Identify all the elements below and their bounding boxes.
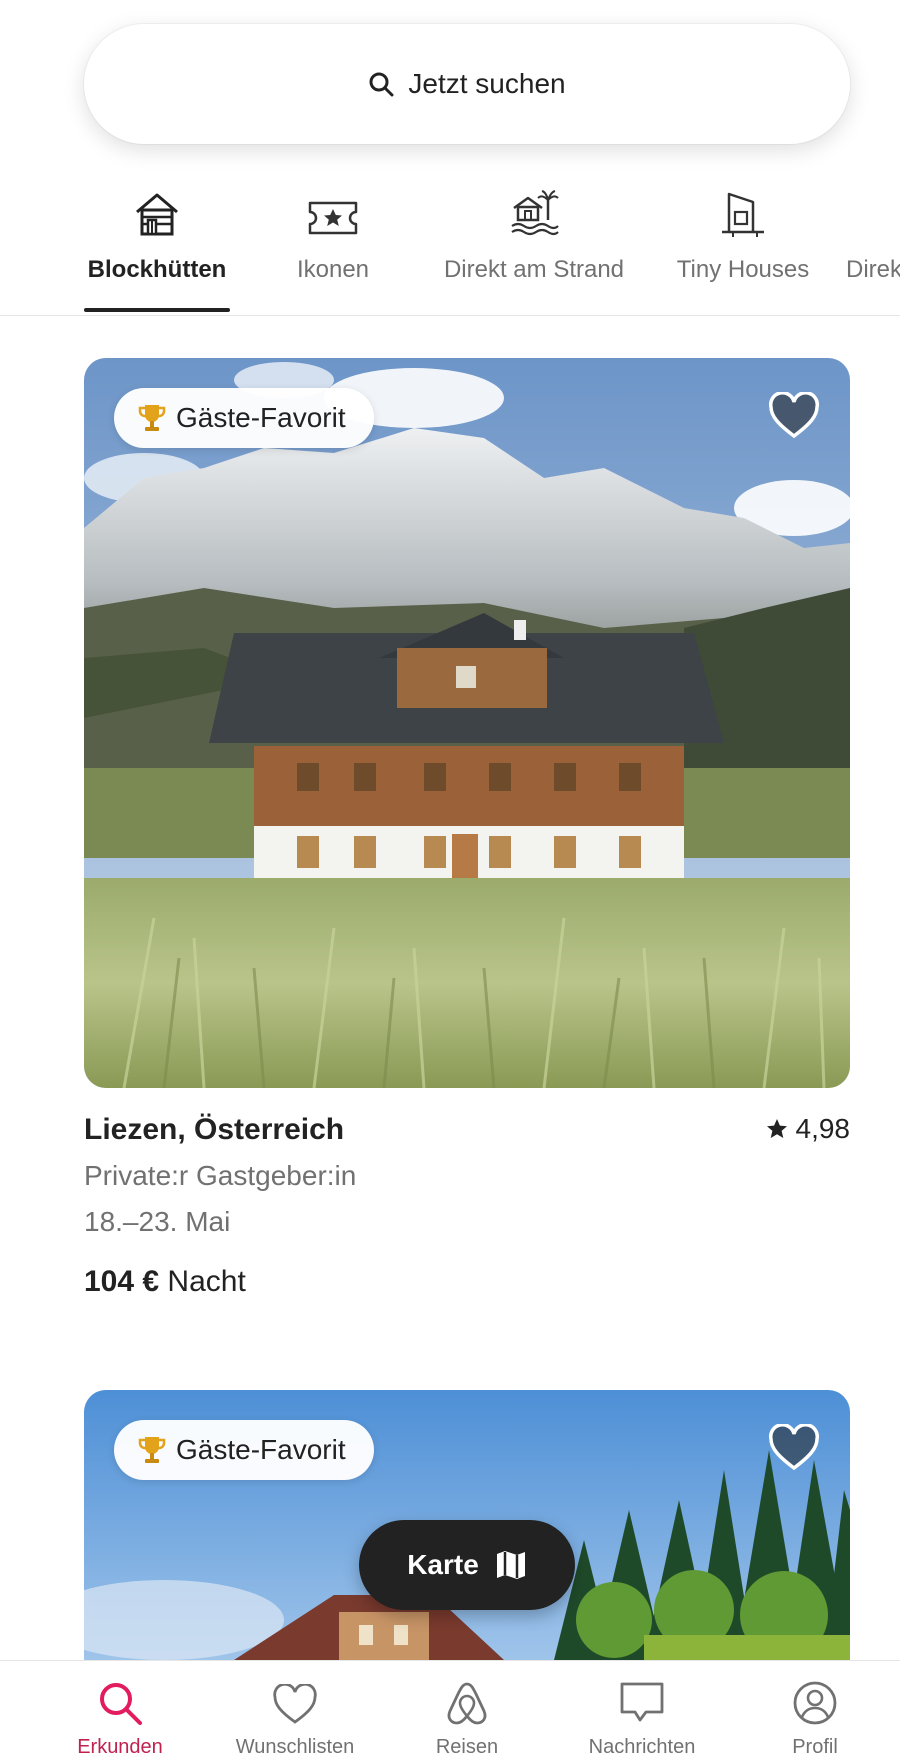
search-icon <box>97 1675 143 1726</box>
tab-ikonen[interactable]: Ikonen <box>283 178 383 315</box>
tab-label: Ikonen <box>296 256 370 283</box>
tab-label: Blockhütten <box>87 256 227 283</box>
tab-label: Tiny Houses <box>676 256 810 283</box>
badge-label: Gäste-Favorit <box>176 1434 346 1465</box>
tab-tiny-houses[interactable]: Tiny Houses <box>672 178 814 315</box>
nav-label: Nachrichten <box>588 1736 696 1758</box>
bottom-navigation: Erkunden Wunschlisten Reisen Nachrichten… <box>0 1660 900 1758</box>
heart-icon <box>272 1675 318 1726</box>
trophy-icon <box>138 1437 166 1463</box>
price-unit: Nacht <box>167 1265 246 1298</box>
category-tabs: Blockhütten Ikonen Direkt am Strand Tiny… <box>0 178 900 316</box>
listing-image <box>84 358 850 1088</box>
tab-blockhuetten[interactable]: Blockhütten <box>84 178 230 315</box>
tab-direkt-am-strand[interactable]: Direkt am Strand <box>432 178 636 315</box>
map-button-label: Karte <box>407 1549 479 1580</box>
tab-label: Direkt am Strand <box>443 256 625 283</box>
star-icon <box>766 1119 787 1138</box>
profile-icon <box>792 1675 838 1726</box>
price-amount: 104 € <box>84 1265 160 1298</box>
nav-label: Erkunden <box>77 1736 163 1758</box>
active-tab-indicator <box>84 308 230 312</box>
listing-rating: 4,98 <box>766 1113 851 1145</box>
heart-icon[interactable] <box>768 392 820 440</box>
search-icon <box>369 72 394 97</box>
listing-dates: 18.–23. Mai <box>84 1206 231 1237</box>
tab-direkt-partial[interactable]: Direk <box>846 178 900 315</box>
nav-item-reisen[interactable]: Reisen <box>412 1661 522 1758</box>
nav-item-wunschlisten[interactable]: Wunschlisten <box>220 1661 370 1758</box>
guest-favorite-badge: Gäste-Favorit <box>114 1420 374 1480</box>
map-button[interactable]: Karte <box>359 1520 575 1610</box>
nav-item-erkunden[interactable]: Erkunden <box>60 1661 180 1758</box>
airbnb-logo-icon <box>445 1675 489 1726</box>
guest-favorite-badge: Gäste-Favorit <box>114 388 374 448</box>
listing-location: Liezen, Österreich <box>84 1113 345 1146</box>
message-icon <box>618 1675 666 1726</box>
listing-host: Private:r Gastgeber:in <box>84 1160 357 1191</box>
search-bar[interactable]: Jetzt suchen <box>84 24 850 144</box>
listing-price: 104 € Nacht <box>84 1265 246 1299</box>
nav-label: Reisen <box>435 1736 499 1758</box>
nav-label: Wunschlisten <box>235 1736 355 1758</box>
nav-item-profil[interactable]: Profil <box>770 1661 860 1758</box>
cabin-icon <box>133 178 181 238</box>
tab-label: Direk <box>846 256 900 283</box>
tiny-house-icon <box>719 178 767 238</box>
explore-screen: Jetzt suchen Blockhütten Ikonen Direkt a… <box>0 0 900 1758</box>
nav-item-nachrichten[interactable]: Nachrichten <box>572 1661 712 1758</box>
heart-icon[interactable] <box>768 1424 820 1472</box>
search-label: Jetzt suchen <box>408 68 566 99</box>
trophy-icon <box>138 405 166 431</box>
map-icon <box>496 1551 525 1579</box>
ticket-star-icon <box>307 178 359 238</box>
beach-house-icon <box>508 178 560 238</box>
listing-photo[interactable]: Gäste-Favorit <box>84 358 850 1088</box>
badge-label: Gäste-Favorit <box>176 402 346 433</box>
nav-label: Profil <box>792 1736 838 1758</box>
rating-value: 4,98 <box>795 1113 851 1144</box>
